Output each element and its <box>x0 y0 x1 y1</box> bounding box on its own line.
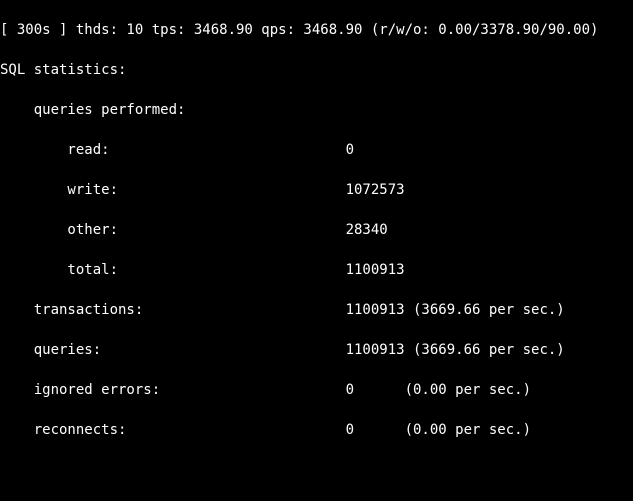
label-ignored-errors: ignored errors: <box>0 382 346 398</box>
value-read: 0 <box>346 142 354 158</box>
value-write: 1072573 <box>346 182 405 198</box>
label-transactions: transactions: <box>0 302 346 318</box>
value-transactions: 1100913 (3669.66 per sec.) <box>346 302 565 318</box>
queries-performed-label: queries performed: <box>0 100 629 120</box>
label-other: other: <box>0 222 346 238</box>
summary-line: [ 300s ] thds: 10 tps: 3468.90 qps: 3468… <box>0 20 629 40</box>
label-reconnects: reconnects: <box>0 422 346 438</box>
value-reconnects: 0 (0.00 per sec.) <box>346 422 531 438</box>
label-read: read: <box>0 142 346 158</box>
value-total: 1100913 <box>346 262 405 278</box>
label-write: write: <box>0 182 346 198</box>
section-title-sql: SQL statistics: <box>0 60 629 80</box>
label-queries: queries: <box>0 342 346 358</box>
value-queries: 1100913 (3669.66 per sec.) <box>346 342 565 358</box>
value-ignored-errors: 0 (0.00 per sec.) <box>346 382 531 398</box>
value-other: 28340 <box>346 222 388 238</box>
label-total: total: <box>0 262 346 278</box>
terminal-output: [ 300s ] thds: 10 tps: 3468.90 qps: 3468… <box>0 0 633 501</box>
